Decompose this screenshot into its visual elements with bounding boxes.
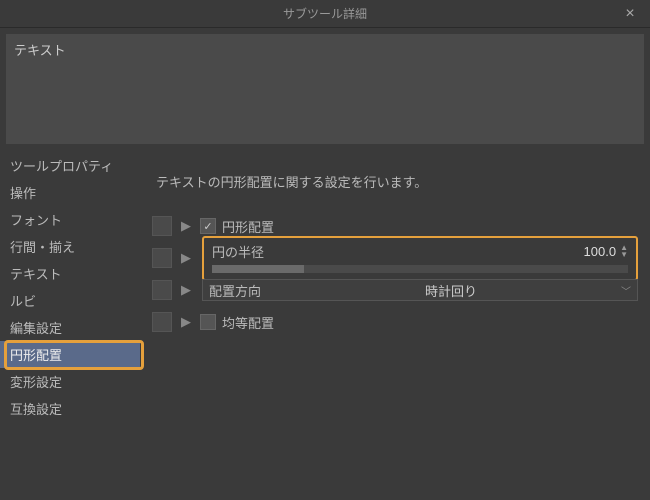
sidebar-item-label: 変形設定 bbox=[10, 375, 62, 390]
panel-description: テキストの円形配置に関する設定を行います。 bbox=[152, 158, 638, 211]
preview-area: テキスト bbox=[6, 34, 644, 144]
content-panel: テキストの円形配置に関する設定を行います。 ▶ 円形配置 ▶ 円の半径 100.… bbox=[140, 150, 650, 500]
circle-radius-spinner[interactable]: 100.0 ▲▼ bbox=[584, 244, 628, 259]
sidebar-item-compat-settings[interactable]: 互換設定 bbox=[0, 395, 140, 422]
sidebar-item-label: ツールプロパティ bbox=[10, 159, 113, 174]
sidebar-item-font[interactable]: フォント bbox=[0, 206, 140, 233]
window-title: サブツール詳細 bbox=[283, 5, 367, 22]
property-marker[interactable] bbox=[152, 280, 172, 300]
sidebar-item-label: フォント bbox=[10, 213, 62, 228]
circle-radius-control: 円の半径 100.0 ▲▼ bbox=[202, 236, 638, 281]
circle-radius-slider[interactable] bbox=[212, 265, 628, 273]
sidebar-item-ruby[interactable]: ルビ bbox=[0, 287, 140, 314]
circular-placement-checkbox[interactable] bbox=[200, 218, 216, 234]
sidebar-item-transform-settings[interactable]: 変形設定 bbox=[0, 368, 140, 395]
placement-direction-label: 配置方向 bbox=[209, 281, 261, 300]
placement-direction-value: 時計回り bbox=[281, 281, 621, 300]
close-button[interactable]: × bbox=[610, 0, 650, 28]
sidebar-item-label: テキスト bbox=[10, 267, 62, 282]
row-circle-radius: ▶ 円の半径 100.0 ▲▼ bbox=[152, 243, 638, 273]
circle-radius-label: 円の半径 bbox=[212, 242, 264, 261]
circular-placement-label: 円形配置 bbox=[222, 217, 274, 236]
property-marker[interactable] bbox=[152, 216, 172, 236]
expand-icon[interactable]: ▶ bbox=[178, 216, 194, 236]
sidebar-item-text[interactable]: テキスト bbox=[0, 260, 140, 287]
titlebar: サブツール詳細 × bbox=[0, 0, 650, 28]
expand-icon[interactable]: ▶ bbox=[178, 248, 194, 268]
sidebar-item-circular-placement[interactable]: 円形配置 bbox=[0, 341, 140, 368]
sidebar-item-label: 行間・揃え bbox=[10, 240, 75, 255]
sidebar-item-label: 操作 bbox=[10, 186, 36, 201]
equal-placement-label: 均等配置 bbox=[222, 313, 274, 332]
sidebar-item-line-align[interactable]: 行間・揃え bbox=[0, 233, 140, 260]
expand-icon[interactable]: ▶ bbox=[178, 280, 194, 300]
sidebar-item-operation[interactable]: 操作 bbox=[0, 179, 140, 206]
equal-placement-checkbox[interactable] bbox=[200, 314, 216, 330]
sidebar: ツールプロパティ 操作 フォント 行間・揃え テキスト ルビ 編集設定 円形配置… bbox=[0, 150, 140, 500]
close-icon: × bbox=[625, 5, 634, 23]
sidebar-item-label: 互換設定 bbox=[10, 402, 62, 417]
sidebar-item-edit-settings[interactable]: 編集設定 bbox=[0, 314, 140, 341]
sidebar-item-label: 円形配置 bbox=[10, 348, 62, 363]
row-placement-direction: ▶ 配置方向 時計回り ﹀ bbox=[152, 275, 638, 305]
spinner-arrows-icon: ▲▼ bbox=[620, 244, 628, 258]
sidebar-item-label: 編集設定 bbox=[10, 321, 62, 336]
row-equal-placement: ▶ 均等配置 bbox=[152, 307, 638, 337]
circle-radius-value: 100.0 bbox=[584, 244, 617, 259]
main-panel: ツールプロパティ 操作 フォント 行間・揃え テキスト ルビ 編集設定 円形配置… bbox=[0, 150, 650, 500]
sidebar-item-label: ルビ bbox=[10, 294, 36, 309]
property-marker[interactable] bbox=[152, 312, 172, 332]
circle-radius-slider-fill bbox=[212, 265, 304, 273]
property-marker[interactable] bbox=[152, 248, 172, 268]
chevron-down-icon: ﹀ bbox=[621, 283, 631, 298]
sidebar-item-tool-property[interactable]: ツールプロパティ bbox=[0, 152, 140, 179]
expand-icon[interactable]: ▶ bbox=[178, 312, 194, 332]
preview-text: テキスト bbox=[14, 43, 66, 58]
placement-direction-dropdown[interactable]: 配置方向 時計回り ﹀ bbox=[202, 279, 638, 301]
